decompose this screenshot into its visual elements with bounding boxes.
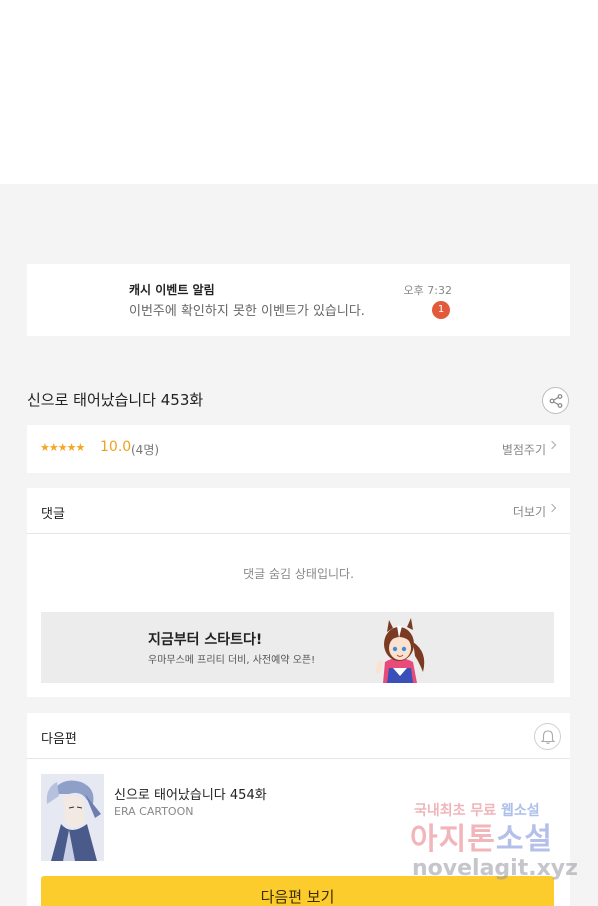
rate-button[interactable]: 별점주기 xyxy=(502,441,546,458)
rating-count: (4명) xyxy=(131,443,160,457)
next-episode-title[interactable]: 신으로 태어났습니다 454화 xyxy=(114,784,267,803)
notification-badge: 1 xyxy=(432,301,450,319)
next-episode-thumbnail[interactable] xyxy=(41,774,104,861)
next-episode-header: 다음편 xyxy=(27,713,570,759)
comments-more-button[interactable]: 더보기 xyxy=(513,503,546,520)
next-episode-button[interactable]: 다음편 보기 xyxy=(41,876,554,906)
chevron-right-icon xyxy=(547,503,557,513)
banner-title: 지금부터 스타트다! xyxy=(148,632,263,648)
comments-hidden-message: 댓글 숨김 상태입니다. xyxy=(243,567,354,581)
rating-score: 10.0 xyxy=(100,439,132,455)
bell-icon xyxy=(541,730,555,745)
comments-card: 댓글 더보기 댓글 숨김 상태입니다. 지금부터 스타트다! 우마무스메 프리티… xyxy=(27,488,570,697)
share-button[interactable] xyxy=(542,387,569,414)
cash-event-notification[interactable]: 캐시 이벤트 알림 이번주에 확인하지 못한 이벤트가 있습니다. 오후 7:3… xyxy=(27,264,570,336)
next-episode-section-title: 다음편 xyxy=(41,732,77,747)
banner-character-image xyxy=(375,618,425,683)
notification-time: 오후 7:32 xyxy=(403,284,452,297)
notification-body: 이번주에 확인하지 못한 이벤트가 있습니다. xyxy=(129,304,365,319)
next-episode-card: 다음편 신으로 태어났습니다 454화 ERA CARTOON 다음편 보기 xyxy=(27,713,570,906)
rating-card: ★★★★★ 10.0 (4명) 별점주기 xyxy=(27,425,570,473)
share-icon xyxy=(549,394,563,408)
notification-title: 캐시 이벤트 알림 xyxy=(129,283,215,297)
notify-button[interactable] xyxy=(534,723,561,750)
episode-title: 신으로 태어났습니다 453화 xyxy=(27,391,204,409)
comments-title: 댓글 xyxy=(41,507,65,522)
rating-stars: ★★★★★ xyxy=(40,441,85,454)
banner-subtitle: 우마무스메 프리티 더비, 사전예약 오픈! xyxy=(148,655,316,666)
content-top-area xyxy=(0,0,598,184)
comments-header: 댓글 더보기 xyxy=(27,488,570,534)
ad-banner[interactable]: 지금부터 스타트다! 우마무스메 프리티 더비, 사전예약 오픈! xyxy=(41,612,554,683)
next-episode-publisher: ERA CARTOON xyxy=(114,805,194,818)
chevron-right-icon xyxy=(547,440,557,450)
